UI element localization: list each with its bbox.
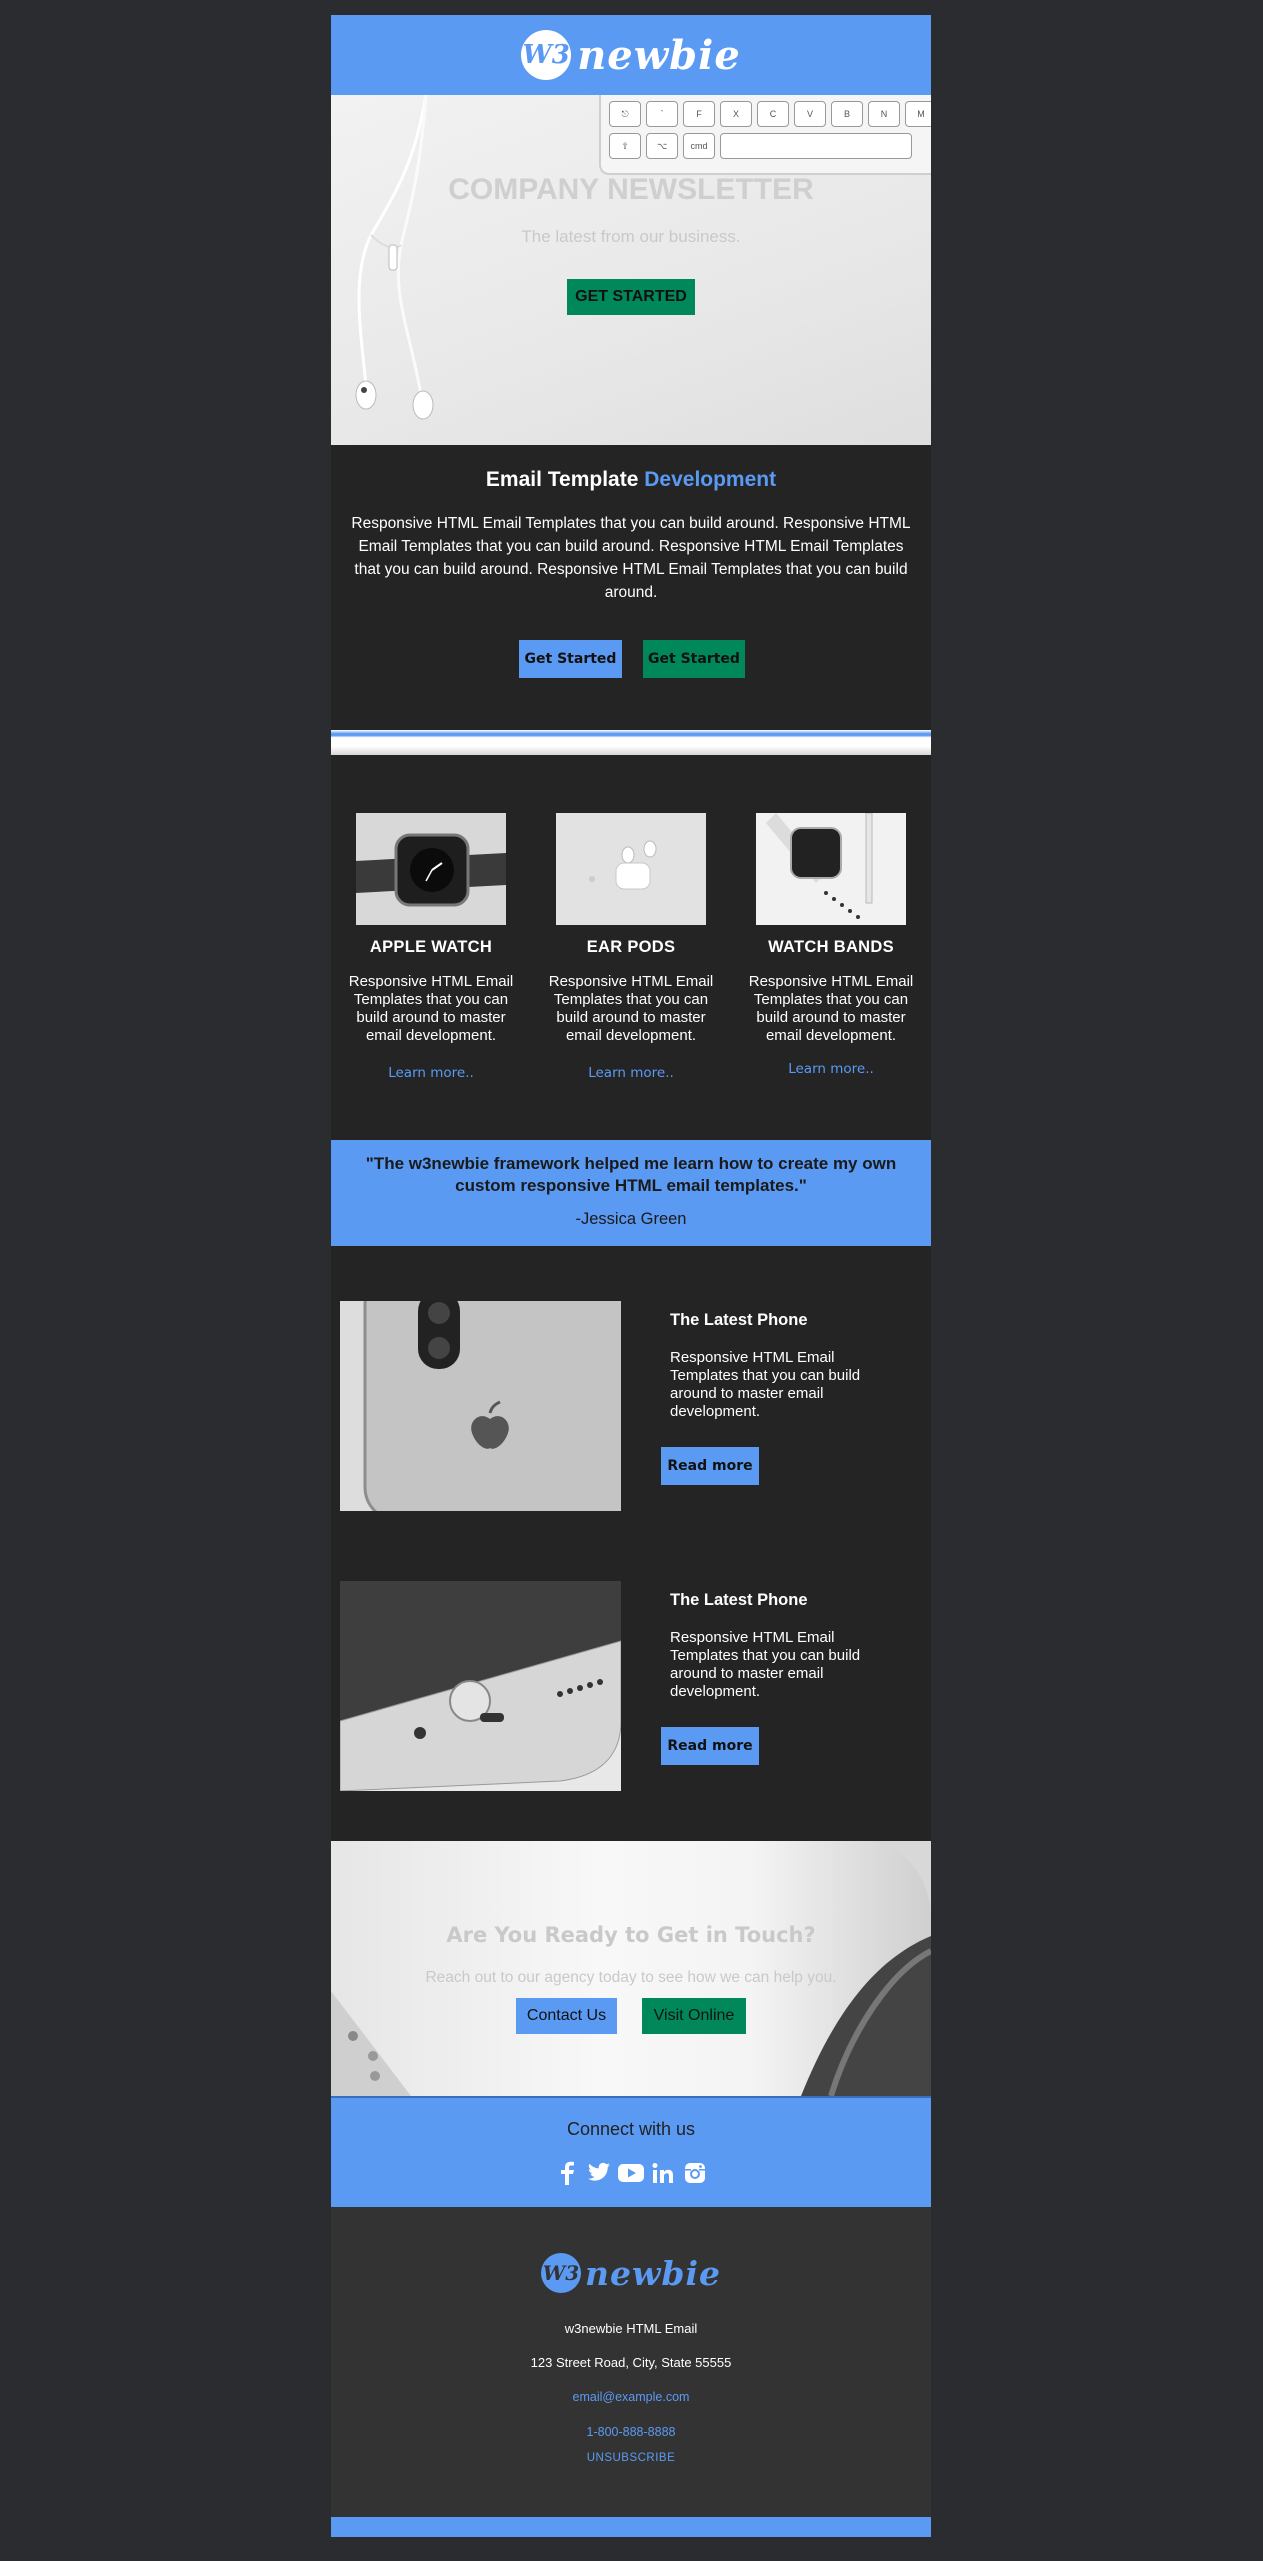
keyboard-key: F	[683, 101, 715, 127]
read-more-button[interactable]: Read more	[661, 1447, 759, 1485]
intro-body: Responsive HTML Email Templates that you…	[351, 515, 911, 601]
feature-body: Responsive HTML Email Templates that you…	[670, 1629, 861, 1700]
feature-row: The Latest Phone Responsive HTML Email T…	[340, 1301, 922, 1511]
product-card: EAR PODS Responsive HTML Email Templates…	[541, 813, 721, 1081]
keyboard-image: ⎋ ` F X C V B N M ⇧ ⌥ cmd	[599, 95, 931, 175]
keyboard-key: B	[831, 101, 863, 127]
intro-title-plain: Email Template	[485, 468, 639, 491]
product-body: Responsive HTML Email Templates that you…	[748, 973, 914, 1044]
keyboard-key: C	[757, 101, 789, 127]
connect-title: Connect with us	[566, 2119, 696, 2139]
contact-title: Are You Ready to Get in Touch?	[446, 1923, 816, 1947]
linkedin-icon[interactable]	[650, 2160, 676, 2186]
twitter-icon[interactable]	[586, 2160, 612, 2186]
learn-more-link[interactable]: Learn more..	[541, 1065, 721, 1081]
watch-bands-image	[756, 813, 906, 925]
ear-pods-image	[556, 813, 706, 925]
instagram-icon[interactable]	[682, 2160, 708, 2186]
logo-badge: W3	[540, 2253, 581, 2293]
intro-title-accent: Development	[644, 468, 777, 491]
contact-us-button[interactable]: Contact Us	[516, 1998, 617, 2034]
logo-text: newbie	[577, 31, 741, 79]
footer-bar	[331, 2517, 931, 2537]
keyboard-key: M	[905, 101, 931, 127]
feature-row: The Latest Phone Responsive HTML Email T…	[340, 1581, 922, 1791]
contact-body: Reach out to our agency today to see how…	[425, 1969, 837, 1986]
keyboard-key: ⇧	[609, 133, 641, 159]
testimonial: "The w3newbie framework helped me learn …	[331, 1140, 931, 1246]
keyboard-spacebar	[720, 133, 912, 159]
logo-text: newbie	[584, 2253, 721, 2293]
footer-logo[interactable]: W3 newbie	[331, 2253, 931, 2293]
hero-banner: ⎋ ` F X C V B N M ⇧ ⌥ cmd COMPANY NEWSLE…	[331, 95, 931, 445]
testimonial-author: -Jessica Green	[575, 1210, 687, 1228]
hero-subtitle: The latest from our business.	[521, 227, 741, 246]
keyboard-key: cmd	[683, 133, 715, 159]
learn-more-link[interactable]: Learn more..	[341, 1065, 521, 1081]
keyboard-key: N	[868, 101, 900, 127]
phone-back-image	[340, 1301, 621, 1511]
features-section: The Latest Phone Responsive HTML Email T…	[331, 1246, 931, 1841]
visit-online-button[interactable]: Visit Online	[642, 1998, 746, 2034]
keyboard-key: `	[646, 101, 678, 127]
learn-more-link[interactable]: Learn more..	[741, 1061, 921, 1077]
product-title: WATCH BANDS	[768, 938, 894, 956]
feature-title: The Latest Phone	[670, 1591, 808, 1609]
keyboard-key: X	[720, 101, 752, 127]
product-body: Responsive HTML Email Templates that you…	[348, 973, 514, 1044]
product-body: Responsive HTML Email Templates that you…	[548, 973, 714, 1044]
facebook-icon[interactable]	[554, 2160, 580, 2186]
footer-phone-link[interactable]: 1-800-888-8888	[331, 2425, 931, 2439]
product-title: APPLE WATCH	[369, 938, 493, 956]
phone-bottom-image	[340, 1581, 621, 1791]
unsubscribe-link[interactable]: UNSUBSCRIBE	[331, 2452, 931, 2464]
feature-body: Responsive HTML Email Templates that you…	[670, 1349, 861, 1420]
footer-company: w3newbie HTML Email	[564, 2321, 698, 2336]
email-container: W3 newbie ⎋ ` F X C V B N M ⇧ ⌥ cmd COMP…	[331, 15, 931, 2537]
brand-logo[interactable]: W3 newbie	[521, 30, 741, 80]
keyboard-key: V	[794, 101, 826, 127]
social-section: Connect with us	[331, 2096, 931, 2207]
youtube-icon[interactable]	[618, 2160, 644, 2186]
email-footer: W3 newbie w3newbie HTML Email 123 Street…	[331, 2207, 931, 2517]
products-section: APPLE WATCH Responsive HTML Email Templa…	[331, 755, 931, 1140]
intro-get-started-blue-button[interactable]: Get Started	[519, 640, 622, 678]
read-more-button[interactable]: Read more	[661, 1727, 759, 1765]
email-header: W3 newbie	[331, 15, 931, 95]
social-icons	[331, 2160, 931, 2186]
intro-title: Email Template Development	[331, 468, 931, 492]
footer-email-link[interactable]: email@example.com	[331, 2390, 931, 2404]
intro-section: Email Template Development Responsive HT…	[331, 445, 931, 730]
footer-address: 123 Street Road, City, State 55555	[530, 2355, 732, 2370]
keyboard-key: ⌥	[646, 133, 678, 159]
earbuds-image	[355, 95, 434, 420]
apple-watch-image	[356, 813, 506, 925]
logo-badge: W3	[521, 30, 572, 80]
testimonial-quote: "The w3newbie framework helped me learn …	[365, 1154, 897, 1195]
get-started-button[interactable]: GET STARTED	[567, 279, 695, 315]
keyboard-key: ⎋	[609, 101, 641, 127]
product-card: WATCH BANDS Responsive HTML Email Templa…	[741, 813, 921, 1077]
product-title: EAR PODS	[586, 938, 676, 956]
intro-get-started-green-button[interactable]: Get Started	[643, 640, 745, 678]
feature-title: The Latest Phone	[670, 1311, 808, 1329]
product-card: APPLE WATCH Responsive HTML Email Templa…	[341, 813, 521, 1081]
hero-title: COMPANY NEWSLETTER	[448, 173, 814, 206]
section-divider	[331, 730, 931, 755]
contact-section: Are You Ready to Get in Touch? Reach out…	[331, 1841, 931, 2096]
